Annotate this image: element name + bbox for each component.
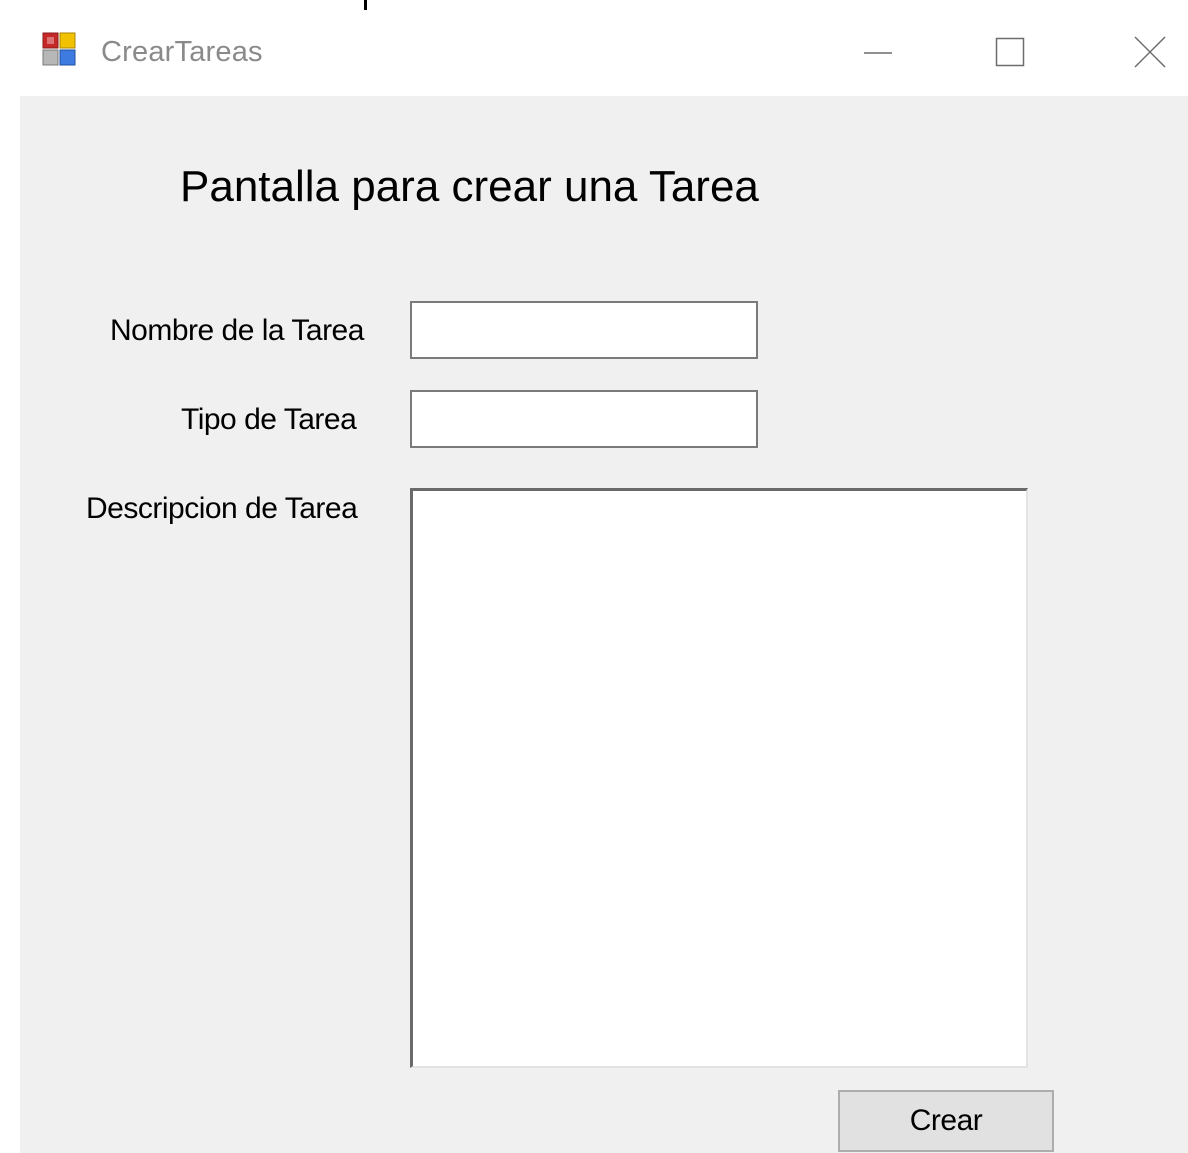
nombre-label: Nombre de la Tarea [110, 314, 364, 347]
tipo-label: Tipo de Tarea [181, 403, 357, 436]
minimize-button[interactable] [848, 24, 908, 80]
desktop: CrearTareas Pantalla para crear una Tare… [0, 0, 1188, 1153]
crear-button[interactable]: Crear [838, 1090, 1054, 1152]
minimize-icon [864, 52, 892, 54]
maximize-button[interactable] [980, 24, 1040, 80]
descripcion-textarea[interactable] [410, 488, 1028, 1068]
close-icon [1134, 36, 1166, 68]
crear-tareas-window: CrearTareas Pantalla para crear una Tare… [20, 10, 1188, 1153]
maximize-icon [995, 37, 1025, 67]
tipo-input[interactable] [410, 390, 758, 448]
form-heading: Pantalla para crear una Tarea [180, 162, 759, 211]
app-icon [42, 32, 76, 66]
window-title: CrearTareas [101, 36, 263, 68]
close-button[interactable] [1120, 24, 1180, 80]
title-bar[interactable]: CrearTareas [20, 10, 1188, 96]
nombre-input[interactable] [410, 301, 758, 359]
descripcion-label: Descripcion de Tarea [86, 492, 358, 525]
